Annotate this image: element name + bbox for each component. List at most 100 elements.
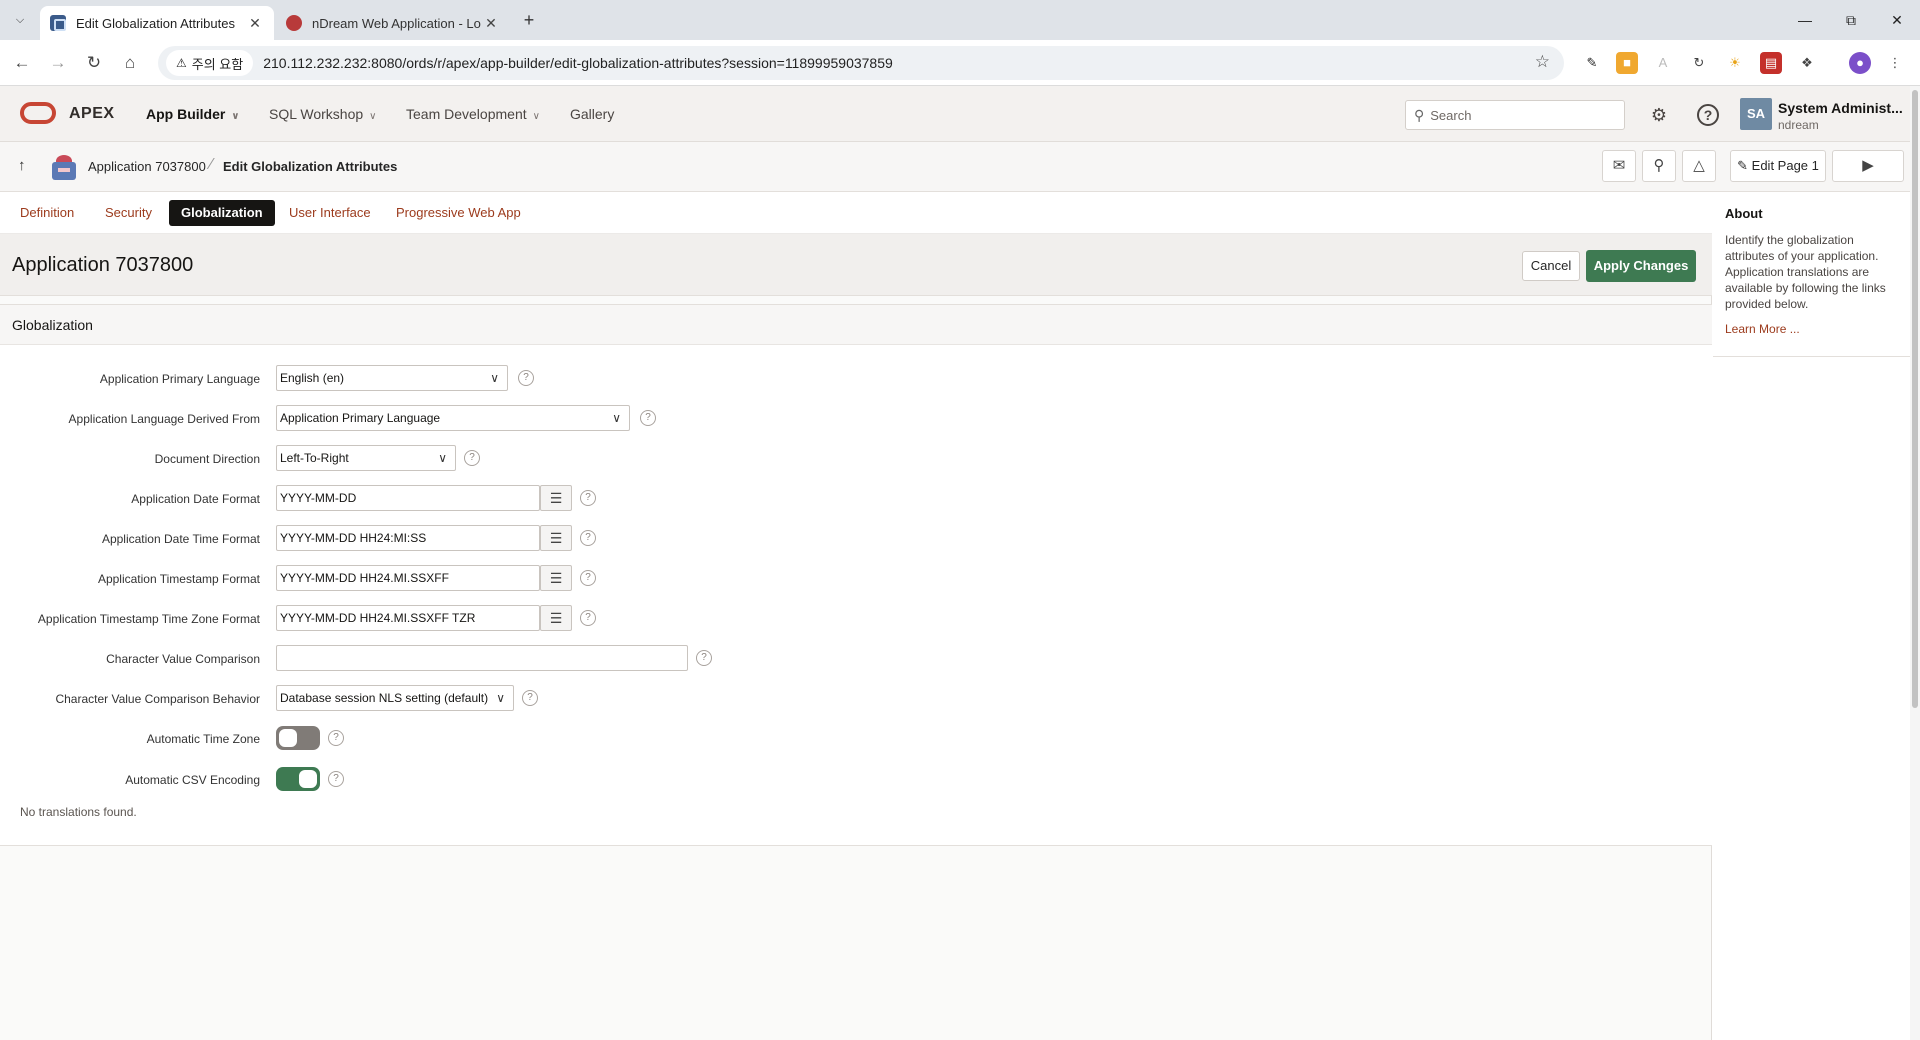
new-tab-button[interactable]: + bbox=[518, 10, 540, 32]
page-scrollbar[interactable] bbox=[1910, 86, 1920, 1040]
home-icon[interactable]: ⌂ bbox=[118, 51, 142, 75]
document-direction-select[interactable]: Left-To-Right ∨ bbox=[276, 445, 456, 471]
back-icon[interactable]: ← bbox=[10, 51, 34, 75]
chevron-down-icon: ∨ bbox=[612, 411, 621, 425]
list-picker-icon[interactable]: ☰ bbox=[540, 605, 572, 631]
char-comparison-behavior-select[interactable]: Database session NLS setting (default) ∨ bbox=[276, 685, 514, 711]
timestamp-format-input[interactable]: YYYY-MM-DD HH24.MI.SSXFF bbox=[276, 565, 540, 591]
language-derived-select[interactable]: Application Primary Language ∨ bbox=[276, 405, 630, 431]
browser-tab-inactive[interactable]: nDream Web Application - Lo ✕ bbox=[276, 6, 510, 40]
primary-language-select[interactable]: English (en) ∨ bbox=[276, 365, 508, 391]
user-workspace: ndream bbox=[1778, 118, 1819, 132]
notes-extension-icon[interactable]: ■ bbox=[1616, 52, 1638, 74]
menu-gallery[interactable]: Gallery bbox=[570, 106, 614, 122]
run-page-button[interactable]: ▶ bbox=[1832, 150, 1904, 182]
menu-sql-workshop[interactable]: SQL Workshop ∨ bbox=[269, 106, 376, 122]
utilities-icon[interactable]: △ bbox=[1682, 150, 1716, 182]
char-comparison-input[interactable] bbox=[276, 645, 688, 671]
tab-definition[interactable]: Definition bbox=[8, 200, 86, 226]
avatar[interactable]: SA bbox=[1740, 98, 1772, 130]
edit-page-button[interactable]: ✎ Edit Page 1 bbox=[1730, 150, 1826, 182]
main-content: Application 7037800 Cancel Apply Changes… bbox=[0, 234, 1712, 1040]
apply-changes-button[interactable]: Apply Changes bbox=[1586, 250, 1696, 282]
restore-icon[interactable]: ⧉ bbox=[1836, 8, 1866, 32]
tab-search-chevron-icon[interactable]: ⌵ bbox=[8, 8, 32, 32]
shared-components-icon[interactable]: ⚲ bbox=[1642, 150, 1676, 182]
help-icon[interactable]: ? bbox=[1697, 104, 1719, 126]
auto-time-zone-toggle[interactable] bbox=[276, 726, 320, 750]
close-tab-icon[interactable]: ✕ bbox=[482, 14, 500, 32]
url-text[interactable]: 210.112.232.232:8080/ords/r/apex/app-bui… bbox=[263, 55, 893, 71]
help-icon[interactable]: ? bbox=[580, 610, 596, 626]
browser-menu-icon[interactable]: ⋮ bbox=[1884, 52, 1906, 74]
breadcrumb-application[interactable]: Application 7037800 bbox=[88, 159, 206, 174]
breadcrumb-current: Edit Globalization Attributes bbox=[223, 159, 398, 174]
tab-user-interface[interactable]: User Interface bbox=[277, 200, 383, 226]
apex-product-name[interactable]: APEX bbox=[69, 105, 115, 123]
feedback-icon[interactable]: ✉ bbox=[1602, 150, 1636, 182]
tab-progressive-web-app[interactable]: Progressive Web App bbox=[384, 200, 533, 226]
chevron-down-icon: ∨ bbox=[369, 111, 377, 122]
browser-toolbar: ← → ↻ ⌂ ⚠ 주의 요함 210.112.232.232:8080/ord… bbox=[0, 40, 1920, 86]
reload-icon[interactable]: ↻ bbox=[82, 51, 106, 75]
help-icon[interactable]: ? bbox=[328, 771, 344, 787]
help-icon[interactable]: ? bbox=[640, 410, 656, 426]
user-name[interactable]: System Administ... bbox=[1778, 100, 1903, 116]
list-picker-icon[interactable]: ☰ bbox=[540, 525, 572, 551]
font-extension-icon[interactable]: A bbox=[1652, 52, 1674, 74]
timestamp-tz-format-label: Application Timestamp Time Zone Format bbox=[37, 612, 260, 626]
region-header: Globalization bbox=[0, 305, 1712, 345]
edit-page-label: Edit Page 1 bbox=[1751, 158, 1819, 173]
apex-favicon-icon bbox=[50, 15, 66, 31]
date-time-format-input[interactable]: YYYY-MM-DD HH24:MI:SS bbox=[276, 525, 540, 551]
minimize-icon[interactable]: — bbox=[1790, 8, 1820, 32]
about-title: About bbox=[1725, 206, 1763, 221]
menu-team-development[interactable]: Team Development ∨ bbox=[406, 106, 540, 122]
help-icon[interactable]: ? bbox=[518, 370, 534, 386]
cancel-button[interactable]: Cancel bbox=[1522, 251, 1580, 281]
menu-label: SQL Workshop bbox=[269, 106, 364, 122]
help-icon[interactable]: ? bbox=[522, 690, 538, 706]
extensions-puzzle-icon[interactable]: ❖ bbox=[1796, 52, 1818, 74]
close-tab-icon[interactable]: ✕ bbox=[246, 14, 264, 32]
pdf-extension-icon[interactable]: ▤ bbox=[1760, 52, 1782, 74]
chevron-down-icon: ∨ bbox=[532, 111, 540, 122]
attribute-tabs: Definition Security Globalization User I… bbox=[0, 192, 1712, 234]
search-icon: ⚲ bbox=[1414, 106, 1425, 123]
auto-time-zone-label: Automatic Time Zone bbox=[146, 732, 260, 746]
learn-more-link[interactable]: Learn More ... bbox=[1725, 322, 1800, 336]
profile-avatar-icon[interactable]: ● bbox=[1849, 52, 1871, 74]
eyedropper-extension-icon[interactable]: ✎ bbox=[1581, 52, 1603, 74]
auto-csv-encoding-toggle[interactable] bbox=[276, 767, 320, 791]
application-icon bbox=[48, 152, 80, 182]
refresh-extension-icon[interactable]: ↻ bbox=[1688, 52, 1710, 74]
close-window-icon[interactable]: ✕ bbox=[1882, 8, 1912, 32]
language-derived-label: Application Language Derived From bbox=[68, 412, 260, 426]
list-picker-icon[interactable]: ☰ bbox=[540, 485, 572, 511]
menu-app-builder[interactable]: App Builder ∨ bbox=[146, 106, 239, 122]
bookmark-star-icon[interactable]: ☆ bbox=[1535, 52, 1550, 72]
ndream-favicon-icon bbox=[286, 15, 302, 31]
search-input[interactable]: ⚲ Search bbox=[1405, 100, 1625, 130]
up-arrow-icon[interactable]: ↑ bbox=[18, 157, 26, 174]
browser-tab-active[interactable]: Edit Globalization Attributes ✕ bbox=[40, 6, 274, 40]
security-warning-chip[interactable]: ⚠ 주의 요함 bbox=[166, 50, 254, 76]
administration-icon[interactable]: ⚙ bbox=[1646, 102, 1672, 128]
address-bar[interactable]: ⚠ 주의 요함 210.112.232.232:8080/ords/r/apex… bbox=[158, 46, 1564, 80]
sun-extension-icon[interactable]: ☀ bbox=[1724, 52, 1746, 74]
help-icon[interactable]: ? bbox=[696, 650, 712, 666]
help-icon[interactable]: ? bbox=[580, 490, 596, 506]
document-direction-value: Left-To-Right bbox=[280, 451, 349, 465]
oracle-logo-icon[interactable] bbox=[20, 102, 56, 124]
help-icon[interactable]: ? bbox=[580, 530, 596, 546]
date-format-input[interactable]: YYYY-MM-DD bbox=[276, 485, 540, 511]
tab-globalization[interactable]: Globalization bbox=[169, 200, 275, 226]
forward-icon[interactable]: → bbox=[46, 51, 70, 75]
help-icon[interactable]: ? bbox=[580, 570, 596, 586]
scrollbar-thumb[interactable] bbox=[1912, 90, 1918, 708]
help-icon[interactable]: ? bbox=[464, 450, 480, 466]
timestamp-tz-format-input[interactable]: YYYY-MM-DD HH24.MI.SSXFF TZR bbox=[276, 605, 540, 631]
list-picker-icon[interactable]: ☰ bbox=[540, 565, 572, 591]
help-icon[interactable]: ? bbox=[328, 730, 344, 746]
tab-security[interactable]: Security bbox=[93, 200, 164, 226]
